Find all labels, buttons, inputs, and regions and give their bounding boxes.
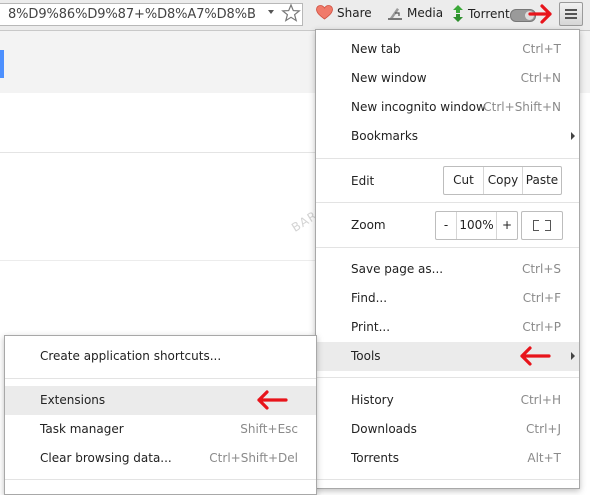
menu-item-torrents[interactable]: Torrents Alt+T	[316, 444, 579, 473]
submenu-arrow-icon	[571, 132, 575, 140]
menu-separator	[5, 378, 316, 379]
menu-item-print[interactable]: Print... Ctrl+P	[316, 313, 579, 342]
zoom-out-button[interactable]: -	[436, 212, 456, 239]
menu-item-task-manager[interactable]: Task manager Shift+Esc	[5, 415, 316, 444]
tools-submenu: Create application shortcuts... Extensio…	[4, 335, 317, 495]
heart-icon	[316, 5, 333, 20]
menu-separator	[316, 202, 579, 203]
menu-item-clear-browsing-data[interactable]: Clear browsing data... Ctrl+Shift+Del	[5, 444, 316, 473]
zoom-controls: - 100% +	[435, 211, 518, 240]
zoom-level: 100%	[456, 212, 496, 239]
hamburger-menu-icon[interactable]	[559, 2, 583, 26]
fullscreen-icon[interactable]	[521, 211, 563, 240]
torrent-arrows-icon	[453, 5, 463, 22]
paste-button[interactable]: Paste	[522, 167, 561, 194]
chrome-main-menu: New tab Ctrl+T New window Ctrl+N New inc…	[315, 29, 580, 489]
annotation-arrow-icon	[528, 4, 552, 24]
submenu-arrow-icon	[571, 352, 575, 360]
menu-item-new-tab[interactable]: New tab Ctrl+T	[316, 35, 579, 64]
media-label: Media	[407, 6, 444, 20]
annotation-arrow-icon	[257, 390, 288, 410]
media-download-icon	[388, 8, 402, 20]
copy-button[interactable]: Copy	[483, 167, 522, 194]
menu-item-find[interactable]: Find... Ctrl+F	[316, 284, 579, 313]
zoom-in-button[interactable]: +	[496, 212, 517, 239]
media-button[interactable]: Media	[387, 5, 443, 21]
menu-item-downloads[interactable]: Downloads Ctrl+J	[316, 415, 579, 444]
page-blue-button-edge[interactable]	[0, 50, 4, 78]
menu-separator	[316, 247, 579, 248]
share-button[interactable]: Share	[316, 5, 372, 20]
menu-item-history[interactable]: History Ctrl+H	[316, 386, 579, 415]
cut-button[interactable]: Cut	[444, 167, 483, 194]
menu-item-new-incognito[interactable]: New incognito window Ctrl+Shift+N	[316, 93, 579, 122]
menu-item-new-window[interactable]: New window Ctrl+N	[316, 64, 579, 93]
edit-button-group: Cut Copy Paste	[443, 166, 562, 195]
menu-separator	[316, 479, 579, 480]
url-text[interactable]: 8%D9%86%D9%87+%D8%A7%D8%B	[8, 7, 256, 22]
annotation-arrow-icon	[520, 346, 551, 366]
page-divider	[0, 152, 320, 153]
torrent-button[interactable]: Torrent	[452, 5, 510, 22]
torrent-label: Torrent	[468, 6, 510, 21]
menu-separator	[316, 158, 579, 159]
browser-toolbar: 8%D9%86%D9%87+%D8%A7%D8%B Share Media To…	[0, 0, 590, 31]
menu-item-bookmarks[interactable]: Bookmarks	[316, 122, 579, 151]
bookmark-star-icon[interactable]	[281, 3, 301, 23]
share-label: Share	[337, 5, 372, 20]
url-dropdown-icon[interactable]	[268, 10, 274, 14]
address-bar[interactable]: 8%D9%86%D9%87+%D8%A7%D8%B	[0, 3, 303, 26]
page-divider	[0, 260, 320, 261]
menu-separator	[316, 377, 579, 378]
menu-item-save-page[interactable]: Save page as... Ctrl+S	[316, 255, 579, 284]
menu-item-create-shortcuts[interactable]: Create application shortcuts...	[5, 342, 316, 371]
menu-separator	[5, 479, 316, 480]
